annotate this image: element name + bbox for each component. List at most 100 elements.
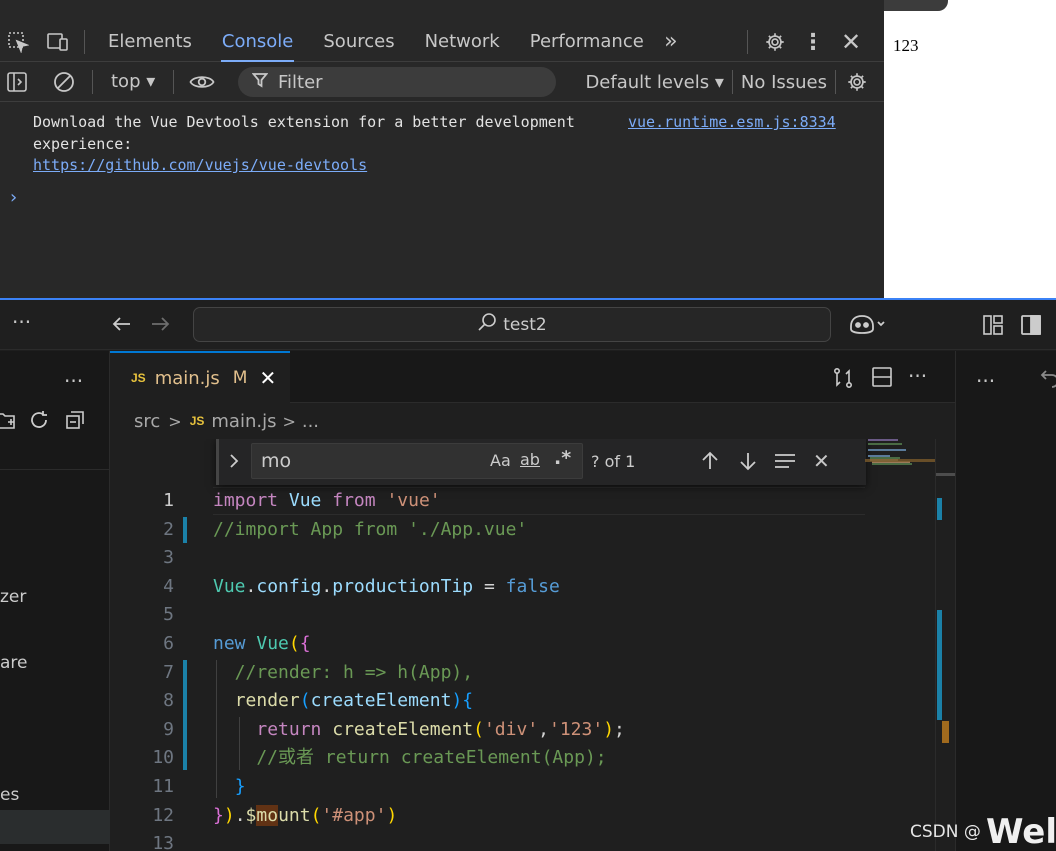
line-number: 13 — [152, 833, 174, 851]
log-levels-dropdown[interactable]: Default levels ▾ — [585, 72, 723, 93]
command-center-search[interactable]: test2 — [193, 307, 831, 342]
primary-sidebar: ··· zer are es — [0, 351, 110, 851]
clear-console-icon[interactable] — [44, 70, 84, 94]
toolbar-separator — [92, 69, 93, 94]
previous-match-arrow-icon[interactable] — [699, 450, 721, 472]
issues-counter[interactable]: No Issues — [741, 72, 827, 93]
filter-input[interactable]: Filter — [238, 67, 556, 97]
back-arrow-icon[interactable] — [110, 312, 134, 336]
chevron-right-icon: > — [282, 411, 296, 431]
watermark-overlay-text: Welc — [986, 812, 1056, 851]
message-source-link[interactable]: vue.runtime.esm.js:8334 — [628, 112, 836, 134]
toolbar-separator-3 — [731, 70, 733, 94]
search-icon — [477, 312, 497, 337]
close-devtools-icon[interactable]: ✕ — [832, 28, 870, 56]
tabbar-separator-right — [747, 30, 748, 54]
collapse-all-icon[interactable] — [64, 409, 86, 431]
tab-network[interactable]: Network — [410, 22, 515, 62]
new-folder-icon[interactable] — [0, 409, 16, 431]
sidebar-label-2[interactable]: are — [0, 653, 28, 673]
tab-filename: main.js — [154, 367, 220, 389]
sidebar-label-3[interactable]: es — [0, 785, 19, 805]
message-text-2: experience: — [33, 134, 133, 153]
sidebar-divider — [0, 469, 110, 470]
undo-icon[interactable] — [1040, 367, 1056, 389]
tabbar-separator — [84, 29, 85, 54]
close-find-icon[interactable]: ✕ — [813, 449, 830, 473]
page-preview: 123 — [884, 22, 1056, 299]
filter-placeholder: Filter — [278, 71, 323, 93]
tab-performance[interactable]: Performance — [515, 22, 659, 62]
breadcrumb-more[interactable]: ... — [302, 411, 319, 432]
open-changes-icon[interactable] — [832, 367, 854, 389]
refresh-icon[interactable] — [28, 409, 50, 431]
match-count: ? of 1 — [591, 452, 636, 471]
line-number: 7 — [163, 661, 174, 683]
match-case-icon[interactable]: Aa — [490, 451, 511, 470]
find-in-selection-icon[interactable] — [773, 450, 797, 472]
scrollbar-find-marker — [942, 721, 949, 743]
devtools-panel: Elements Console Sources Network Perform… — [0, 0, 884, 299]
whole-word-icon[interactable]: ab — [520, 450, 540, 469]
find-widget: mo Aa ab .* ? of 1 ✕ — [216, 439, 866, 485]
toolbar-separator-4 — [835, 70, 836, 94]
settings-gear-icon[interactable] — [756, 31, 794, 53]
console-toolbar: top ▾ Filter Default levels ▾ No Issues — [0, 62, 884, 102]
sidebar-selected-row[interactable] — [0, 810, 110, 844]
split-editor-icon[interactable] — [872, 367, 892, 387]
layout-icon[interactable] — [982, 314, 1004, 336]
editor-more-icon[interactable]: ··· — [908, 364, 927, 388]
context-selector[interactable]: top ▾ — [101, 71, 165, 92]
live-expression-eye-icon[interactable] — [182, 72, 222, 92]
sidebar-label-1[interactable]: zer — [0, 587, 26, 607]
minimap[interactable] — [865, 439, 935, 519]
scrollbar-thumb[interactable] — [936, 473, 956, 476]
js-file-icon: JS — [131, 371, 146, 385]
filter-funnel-icon — [251, 72, 269, 93]
line-number: 12 — [152, 804, 174, 826]
close-tab-icon[interactable]: ✕ — [259, 366, 276, 390]
line-number: 6 — [163, 633, 174, 654]
breadcrumb-folder[interactable]: src — [134, 411, 160, 432]
find-query: mo — [261, 450, 292, 472]
breadcrumb-file[interactable]: main.js — [211, 411, 276, 432]
line-number: 5 — [163, 604, 174, 626]
console-message: Download the Vue Devtools extension for … — [33, 112, 593, 177]
console-output: Download the Vue Devtools extension for … — [0, 103, 884, 299]
line-number: 10 — [152, 747, 174, 769]
kebab-menu-icon[interactable]: ⋮ — [794, 30, 832, 55]
line-number: 8 — [163, 690, 174, 712]
csdn-watermark: CSDN @ Welc — [910, 812, 1056, 851]
tab-sources[interactable]: Sources — [308, 22, 409, 62]
toggle-replace-chevron-icon[interactable] — [227, 451, 241, 471]
more-tabs-chevron-icon[interactable]: » — [659, 29, 683, 54]
toggle-secondary-sidebar-icon[interactable] — [1020, 314, 1042, 336]
secondary-sidebar: ··· — [955, 351, 1056, 851]
watermark-prefix: CSDN @ — [910, 822, 981, 842]
next-match-arrow-icon[interactable] — [737, 450, 759, 472]
console-settings-gear-icon[interactable] — [844, 71, 870, 93]
breadcrumb: src > JS main.js > ... — [110, 403, 955, 439]
device-toolbar-icon[interactable] — [40, 31, 76, 53]
line-number: 1 — [163, 490, 174, 511]
find-input[interactable]: mo Aa ab .* — [251, 443, 583, 479]
more-actions-icon[interactable]: ··· — [12, 310, 31, 334]
aux-more-icon[interactable]: ··· — [976, 369, 995, 393]
code-editor[interactable]: 1 import Vue from 'vue' 2//import App fro… — [110, 439, 955, 851]
inspect-element-icon[interactable] — [2, 31, 34, 53]
line-number: 4 — [163, 575, 174, 597]
tab-elements[interactable]: Elements — [93, 22, 207, 62]
vscode-titlebar: ··· test2 — [0, 300, 1056, 350]
console-prompt-icon[interactable]: › — [8, 187, 19, 208]
sidebar-more-icon[interactable]: ··· — [64, 369, 83, 393]
copilot-icon[interactable] — [848, 312, 886, 336]
tab-console[interactable]: Console — [207, 22, 308, 62]
tab-main-js[interactable]: JS main.js M ✕ — [110, 351, 290, 403]
line-number: 9 — [163, 718, 174, 740]
editor-scrollbar[interactable] — [935, 439, 956, 851]
line-number: 3 — [163, 547, 174, 569]
forward-arrow-icon[interactable] — [148, 312, 172, 336]
sidebar-toggle-icon[interactable] — [2, 71, 32, 93]
vue-devtools-link[interactable]: https://github.com/vuejs/vue-devtools — [33, 156, 367, 174]
regex-icon[interactable]: .* — [554, 447, 571, 469]
